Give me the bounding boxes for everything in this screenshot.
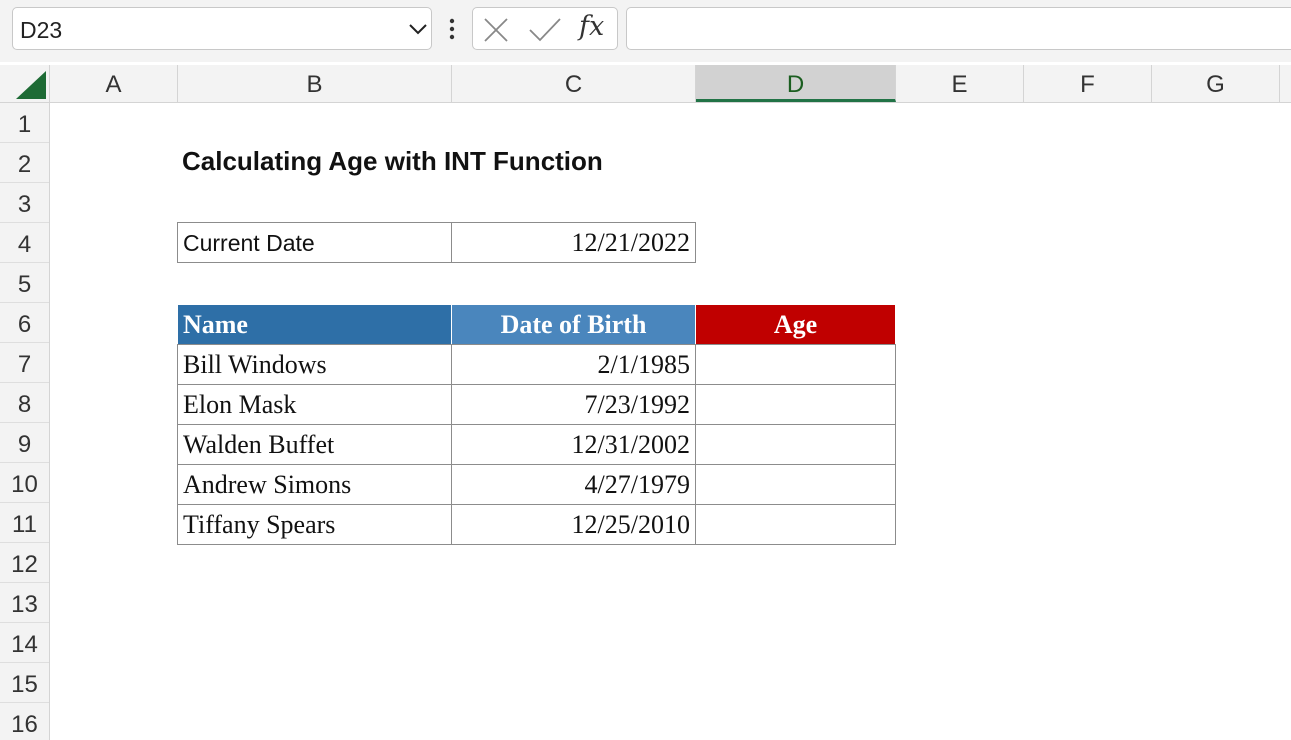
dob-cell[interactable]: 7/23/1992	[451, 384, 696, 425]
row-header[interactable]: 9	[0, 423, 49, 463]
row-header[interactable]: 13	[0, 583, 49, 623]
row-header[interactable]: 15	[0, 663, 49, 703]
name-cell[interactable]: Andrew Simons	[177, 464, 452, 505]
column-header-d[interactable]: D	[696, 65, 896, 102]
row-header[interactable]: 6	[0, 303, 49, 343]
column-header-g[interactable]: G	[1152, 65, 1280, 102]
formula-bar: D23 fx	[0, 0, 1291, 62]
row-header[interactable]: 4	[0, 223, 49, 263]
formula-input[interactable]	[626, 7, 1291, 50]
dob-cell[interactable]: 12/25/2010	[451, 504, 696, 545]
row-header[interactable]: 11	[0, 503, 49, 543]
table-header-name[interactable]: Name	[177, 304, 452, 345]
name-cell[interactable]: Walden Buffet	[177, 424, 452, 465]
sheet-title[interactable]: Calculating Age with INT Function	[182, 146, 603, 177]
row-header[interactable]: 8	[0, 383, 49, 423]
row-header[interactable]: 1	[0, 103, 49, 143]
row-header[interactable]: 16	[0, 703, 49, 740]
check-icon[interactable]	[528, 17, 562, 43]
select-all-button[interactable]	[0, 65, 50, 103]
current-date-value-cell[interactable]: 12/21/2022	[451, 222, 696, 263]
row-header[interactable]: 12	[0, 543, 49, 583]
table-header-dob[interactable]: Date of Birth	[451, 304, 696, 345]
row-header[interactable]: 14	[0, 623, 49, 663]
column-header-f[interactable]: F	[1024, 65, 1152, 102]
column-header-a[interactable]: A	[50, 65, 178, 102]
row-header[interactable]: 2	[0, 143, 49, 183]
age-cell[interactable]	[695, 344, 896, 385]
insert-function-button[interactable]: fx	[579, 11, 604, 42]
dob-cell[interactable]: 4/27/1979	[451, 464, 696, 505]
name-box-value[interactable]: D23	[20, 17, 62, 44]
row-header[interactable]: 7	[0, 343, 49, 383]
name-box[interactable]: D23	[12, 7, 432, 50]
dob-cell[interactable]: 12/31/2002	[451, 424, 696, 465]
age-cell[interactable]	[695, 424, 896, 465]
close-icon[interactable]	[483, 17, 509, 43]
formula-buttons: fx	[472, 7, 618, 50]
row-header[interactable]: 3	[0, 183, 49, 223]
vertical-dots-icon[interactable]	[444, 15, 460, 45]
current-date-label-cell[interactable]: Current Date	[177, 222, 452, 263]
column-header-row: A B C D E F G	[0, 65, 1291, 103]
name-cell[interactable]: Bill Windows	[177, 344, 452, 385]
name-cell[interactable]: Elon Mask	[177, 384, 452, 425]
name-cell[interactable]: Tiffany Spears	[177, 504, 452, 545]
age-cell[interactable]	[695, 384, 896, 425]
column-header-c[interactable]: C	[452, 65, 696, 102]
row-header-column: 1 2 3 4 5 6 7 8 9 10 11 12 13 14 15 16	[0, 103, 50, 740]
dob-cell[interactable]: 2/1/1985	[451, 344, 696, 385]
chevron-down-icon[interactable]	[407, 18, 429, 40]
table-header-age[interactable]: Age	[695, 304, 896, 345]
row-header[interactable]: 5	[0, 263, 49, 303]
age-cell[interactable]	[695, 464, 896, 505]
row-header[interactable]: 10	[0, 463, 49, 503]
column-header-b[interactable]: B	[178, 65, 452, 102]
select-all-triangle-icon[interactable]	[16, 71, 46, 99]
column-header-e[interactable]: E	[896, 65, 1024, 102]
age-cell[interactable]	[695, 504, 896, 545]
